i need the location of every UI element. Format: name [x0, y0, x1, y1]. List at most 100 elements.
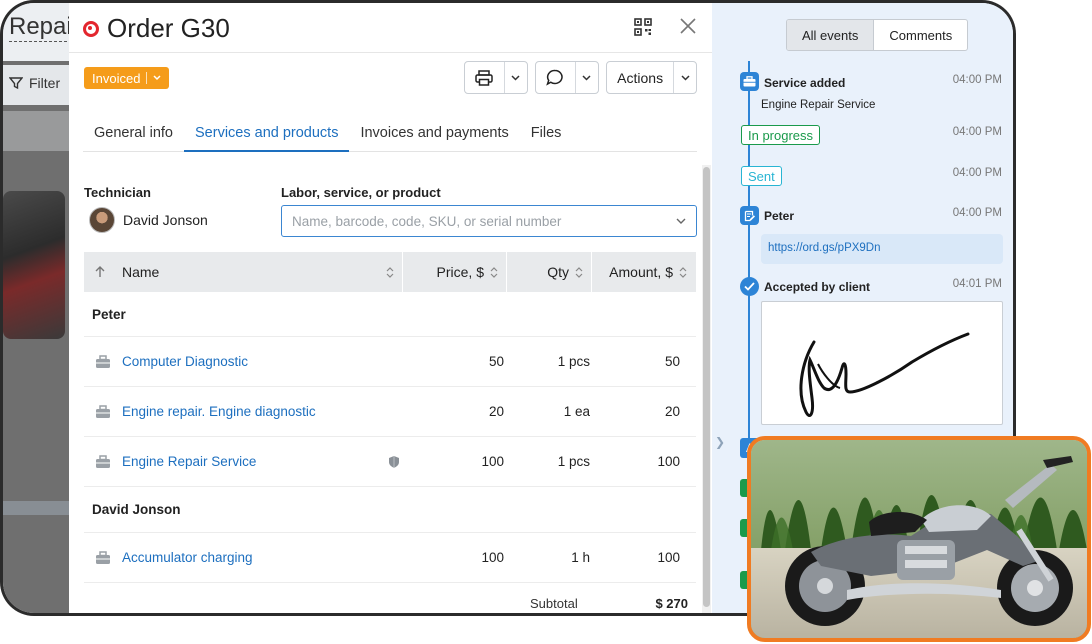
column-name-label: Name	[122, 264, 160, 280]
signature-drawing	[799, 332, 970, 417]
toggle-comments[interactable]: Comments	[874, 20, 967, 50]
qr-code-icon[interactable]	[634, 18, 652, 36]
close-icon[interactable]	[679, 17, 697, 35]
row-price: 100	[481, 550, 504, 565]
row-qty: 1 pcs	[557, 454, 590, 469]
technician-label: Technician	[84, 185, 151, 200]
table-header: Name Price, $ Qty Amount, $	[84, 252, 696, 292]
row-name[interactable]: Engine Repair Service	[122, 454, 384, 469]
status-badge-sent: Sent	[741, 166, 782, 186]
order-target-icon	[83, 20, 99, 37]
row-price: 50	[488, 354, 504, 369]
chevron-down-icon	[153, 75, 161, 81]
event-time: 04:01 PM	[952, 278, 1002, 290]
event-time: 04:00 PM	[952, 207, 1002, 219]
motorcycle-image	[751, 440, 1087, 638]
event-link[interactable]: https://ord.gs/pPX9Dn	[761, 234, 1003, 264]
event-title: Accepted by client	[764, 280, 871, 294]
column-amount-label: Amount, $	[609, 264, 673, 280]
briefcase-icon	[96, 550, 110, 564]
table-row[interactable]: Engine Repair Service 100 1 pcs 100	[84, 436, 696, 486]
actions-button[interactable]: Actions	[606, 61, 697, 94]
toggle-all-events[interactable]: All events	[787, 20, 875, 50]
message-button[interactable]	[535, 61, 599, 94]
row-qty: 1 pcs	[557, 354, 590, 369]
column-amount[interactable]: Amount, $	[592, 252, 695, 292]
note-icon	[740, 206, 759, 225]
chevron-down-icon	[511, 74, 520, 81]
status-dropdown[interactable]: Invoiced	[84, 67, 170, 89]
message-dropdown[interactable]	[576, 62, 598, 93]
background-filter-label: Filter	[29, 75, 61, 91]
row-amount: 100	[657, 454, 680, 469]
table-row[interactable]: Engine repair. Engine diagnostic 20 1 ea…	[84, 386, 696, 436]
event-title: Peter	[764, 209, 795, 223]
group-header: Peter	[92, 307, 126, 322]
table-row[interactable]: Accumulator charging 100 1 h 100	[84, 532, 696, 582]
order-header: Order G30	[83, 13, 230, 44]
product-search-field[interactable]	[281, 205, 697, 237]
row-name[interactable]: Computer Diagnostic	[122, 354, 384, 369]
speech-bubble-icon	[546, 69, 564, 86]
column-name[interactable]: Name	[116, 252, 402, 292]
column-qty[interactable]: Qty	[507, 252, 591, 292]
check-circle-icon	[740, 277, 759, 296]
chevron-down-icon	[681, 74, 690, 81]
tab-invoices-and-payments[interactable]: Invoices and payments	[349, 115, 519, 151]
status-label: Invoiced	[92, 70, 141, 86]
table-row[interactable]: Computer Diagnostic 50 1 pcs 50	[84, 336, 696, 386]
table-scrollbar[interactable]	[702, 165, 711, 613]
event-detail: Engine Repair Service	[761, 99, 876, 111]
tab-files[interactable]: Files	[520, 115, 573, 151]
background-filter-button[interactable]: Filter	[9, 75, 60, 91]
header-divider	[69, 52, 712, 53]
actions-dropdown[interactable]	[674, 62, 696, 93]
subtotal-row: Subtotal $ 270	[84, 582, 696, 613]
row-name[interactable]: Engine repair. Engine diagnostic	[122, 404, 384, 419]
product-search-input[interactable]	[292, 213, 676, 229]
row-price: 20	[488, 404, 504, 419]
row-price: 100	[481, 454, 504, 469]
group-header: David Jonson	[92, 502, 181, 517]
product-search-label: Labor, service, or product	[281, 185, 441, 200]
briefcase-icon	[96, 454, 110, 468]
collapse-panel-icon[interactable]: ❯	[715, 435, 725, 449]
row-amount: 100	[657, 550, 680, 565]
row-qty: 1 h	[571, 550, 590, 565]
row-name[interactable]: Accumulator charging	[122, 550, 384, 565]
status-separator	[146, 72, 148, 84]
print-dropdown[interactable]	[505, 62, 527, 93]
order-panel: Order G30 Invoiced Actions General info …	[69, 3, 712, 613]
briefcase-icon	[96, 404, 110, 418]
message-main[interactable]	[536, 62, 575, 93]
column-price[interactable]: Price, $	[403, 252, 506, 292]
sort-order-header[interactable]	[84, 252, 116, 292]
sort-icon	[386, 266, 394, 278]
client-signature	[761, 301, 1003, 425]
event-time: 04:00 PM	[952, 74, 1002, 86]
background-app: Repai Filter	[3, 3, 72, 613]
event-time: 04:00 PM	[952, 167, 1002, 179]
briefcase-icon	[96, 354, 110, 368]
order-tabs: General info Services and products Invoi…	[83, 115, 697, 152]
actions-main[interactable]: Actions	[607, 62, 673, 93]
sort-icon	[679, 266, 687, 278]
subtotal-value: $ 270	[655, 596, 688, 611]
tab-services-and-products[interactable]: Services and products	[184, 115, 350, 152]
background-footer	[3, 501, 69, 515]
background-photo	[3, 191, 65, 339]
technician-name[interactable]: David Jonson	[123, 212, 208, 228]
events-filter-toggle: All events Comments	[786, 19, 969, 51]
technician-avatar	[89, 207, 115, 233]
background-page-title: Repai	[9, 13, 72, 42]
event-time: 04:00 PM	[952, 126, 1002, 138]
print-button[interactable]	[464, 61, 528, 94]
sort-icon	[490, 266, 498, 278]
arrow-up-icon	[95, 266, 105, 277]
scrollbar-thumb[interactable]	[703, 167, 710, 607]
print-main[interactable]	[465, 62, 504, 93]
tab-general-info[interactable]: General info	[83, 115, 184, 151]
background-band	[3, 111, 69, 151]
chevron-down-icon[interactable]	[676, 218, 686, 224]
printer-icon	[475, 69, 494, 86]
